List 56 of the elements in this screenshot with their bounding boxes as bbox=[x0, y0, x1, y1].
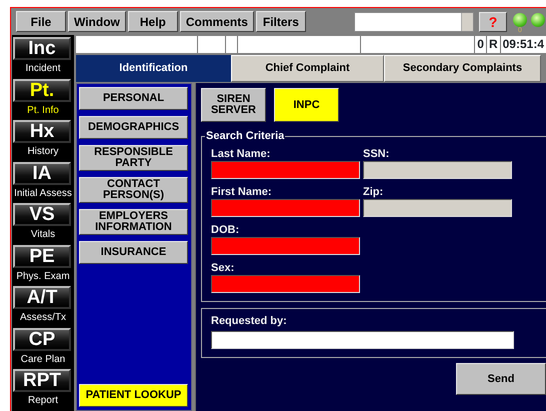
nav-button[interactable]: Pt. bbox=[13, 78, 71, 102]
field-label: Requested by: bbox=[211, 314, 288, 328]
nav-label: Initial Assess bbox=[13, 186, 73, 200]
nav-label: Vitals bbox=[30, 228, 56, 242]
section-button[interactable]: CONTACT PERSON(S) bbox=[79, 177, 188, 203]
nav-button[interactable]: A/T bbox=[13, 286, 71, 309]
menu-button[interactable]: Comments bbox=[180, 11, 254, 32]
status-time: 09:51:4 bbox=[500, 36, 546, 53]
menu-button[interactable]: Window bbox=[68, 11, 126, 32]
nav-button[interactable]: Inc bbox=[13, 37, 71, 60]
field-label: SSN: bbox=[363, 147, 390, 162]
section-button[interactable]: DEMOGRAPHICS bbox=[79, 116, 188, 139]
section-button[interactable]: RESPONSIBLE PARTY bbox=[79, 145, 188, 171]
nav-label: Report bbox=[26, 394, 59, 408]
nav-label: Incident bbox=[24, 62, 62, 76]
nav-label: History bbox=[26, 145, 60, 159]
input-field[interactable] bbox=[211, 237, 360, 256]
status-count: 0 bbox=[475, 36, 487, 53]
menu-button[interactable]: File bbox=[16, 11, 66, 32]
indicator-light-icon bbox=[531, 13, 545, 27]
input-field[interactable] bbox=[211, 275, 360, 294]
menu-button[interactable]: Filters bbox=[256, 11, 306, 32]
nav-label: Phys. Exam bbox=[15, 270, 71, 284]
send-button[interactable]: Send bbox=[456, 363, 546, 396]
source-button[interactable]: SIREN SERVER bbox=[201, 88, 266, 122]
tab[interactable]: Identification bbox=[76, 55, 231, 82]
tab[interactable]: Chief Complaint bbox=[231, 55, 384, 82]
nav-button[interactable]: CP bbox=[13, 328, 71, 350]
field-label: Last Name: bbox=[211, 147, 272, 162]
status-mode: R bbox=[486, 36, 501, 53]
input-field[interactable] bbox=[211, 161, 360, 180]
section-button[interactable]: PERSONAL bbox=[79, 87, 188, 110]
patient-lookup-button[interactable]: PATIENT LOOKUP bbox=[79, 384, 188, 407]
source-button[interactable]: INPC bbox=[274, 88, 339, 122]
nav-button[interactable]: IA bbox=[13, 162, 71, 184]
nav-button[interactable]: Hx bbox=[13, 120, 71, 143]
menu-button[interactable]: Help bbox=[128, 11, 178, 32]
status-field bbox=[198, 36, 226, 53]
field-label: Sex: bbox=[211, 261, 236, 276]
field-label: First Name: bbox=[211, 185, 273, 200]
dropdown-field[interactable] bbox=[354, 12, 474, 32]
nav-button[interactable]: VS bbox=[13, 203, 71, 226]
nav-label: Pt. Info bbox=[26, 104, 60, 118]
section-button[interactable]: EMPLOYERS INFORMATION bbox=[79, 209, 188, 235]
input-field[interactable] bbox=[211, 331, 514, 350]
field-label: Zip: bbox=[363, 185, 384, 200]
nav-button[interactable]: PE bbox=[13, 244, 71, 268]
nav-label: Care Plan bbox=[20, 352, 66, 366]
nav-label: Assess/Tx bbox=[18, 311, 68, 325]
status-field bbox=[226, 36, 238, 53]
section-button[interactable]: INSURANCE bbox=[79, 241, 188, 264]
nav-button[interactable]: RPT bbox=[13, 369, 71, 392]
indicator-light-icon bbox=[513, 13, 527, 27]
field-label: DOB: bbox=[211, 223, 240, 238]
input-field[interactable] bbox=[211, 199, 360, 218]
tab[interactable]: Secondary Complaints bbox=[384, 55, 541, 82]
